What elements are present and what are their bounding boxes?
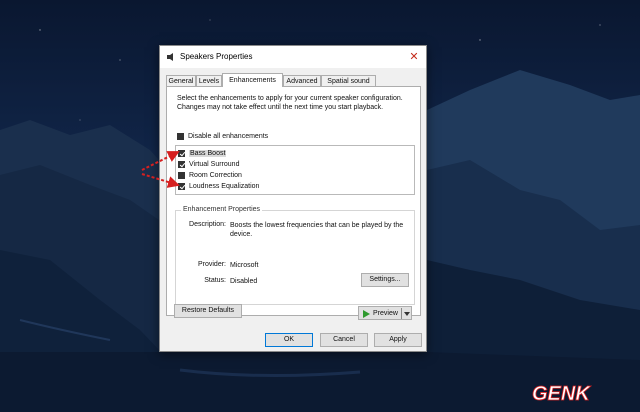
list-item-label: Virtual Surround	[189, 160, 240, 168]
title-bar[interactable]: Speakers Properties ✕	[160, 46, 426, 68]
tab-general[interactable]: General	[166, 75, 196, 86]
intro-text: Select the enhancements to apply for you…	[177, 95, 403, 111]
list-item-virtual-surround[interactable]: Virtual Surround	[178, 159, 239, 169]
description-label: Description:	[189, 221, 226, 228]
disable-all-checkbox[interactable]: Disable all enhancements	[177, 131, 268, 141]
play-icon	[363, 310, 370, 318]
svg-text:GENK: GENK	[532, 383, 591, 404]
checkbox-checked[interactable]	[178, 160, 185, 168]
enhancements-panel: Select the enhancements to apply for you…	[166, 86, 421, 316]
enhancements-list: Bass Boost Virtual Surround Room Correct…	[175, 145, 415, 195]
tab-spatial-sound[interactable]: Spatial sound	[321, 75, 376, 86]
cancel-button[interactable]: Cancel	[320, 333, 368, 347]
list-item-bass-boost[interactable]: Bass Boost	[178, 148, 227, 158]
apply-button[interactable]: Apply	[374, 333, 422, 347]
close-icon: ✕	[409, 51, 419, 63]
provider-label: Provider:	[197, 261, 226, 268]
ok-button[interactable]: OK	[265, 333, 313, 347]
preview-label: Preview	[373, 310, 398, 317]
restore-defaults-button[interactable]: Restore Defaults	[174, 304, 242, 318]
checkbox-unchecked[interactable]	[178, 171, 185, 179]
settings-button[interactable]: Settings...	[361, 273, 409, 287]
group-title: Enhancement Properties	[181, 206, 263, 213]
close-button[interactable]: ✕	[402, 46, 426, 68]
description-value: Boosts the lowest frequencies that can b…	[230, 222, 404, 238]
tab-enhancements[interactable]: Enhancements	[222, 73, 283, 87]
divider	[401, 308, 402, 319]
list-item-room-correction[interactable]: Room Correction	[178, 170, 242, 180]
status-label: Status:	[204, 277, 226, 284]
checkbox-checked[interactable]	[178, 149, 185, 157]
list-item-label: Room Correction	[189, 171, 242, 179]
preview-button[interactable]: Preview	[358, 306, 412, 320]
checkbox-checked[interactable]	[178, 182, 185, 190]
tab-advanced[interactable]: Advanced	[283, 75, 321, 86]
provider-value: Microsoft	[230, 262, 259, 269]
speaker-icon	[167, 53, 173, 61]
list-item-label: Bass Boost	[189, 149, 227, 157]
status-value: Disabled	[230, 278, 258, 285]
genk-logo: GENK	[532, 383, 592, 404]
tab-levels[interactable]: Levels	[196, 75, 222, 86]
list-item-loudness-equalization[interactable]: Loudness Equalization	[178, 181, 259, 191]
checkbox-box[interactable]	[177, 132, 184, 140]
disable-all-label: Disable all enhancements	[188, 132, 269, 140]
enhancement-properties-group: Enhancement Properties Description: Boos…	[175, 206, 415, 305]
chevron-down-icon[interactable]	[404, 312, 410, 316]
list-item-label: Loudness Equalization	[189, 182, 260, 190]
speakers-properties-dialog: Speakers Properties ✕ General Levels Enh…	[159, 45, 427, 352]
window-title: Speakers Properties	[180, 52, 253, 61]
